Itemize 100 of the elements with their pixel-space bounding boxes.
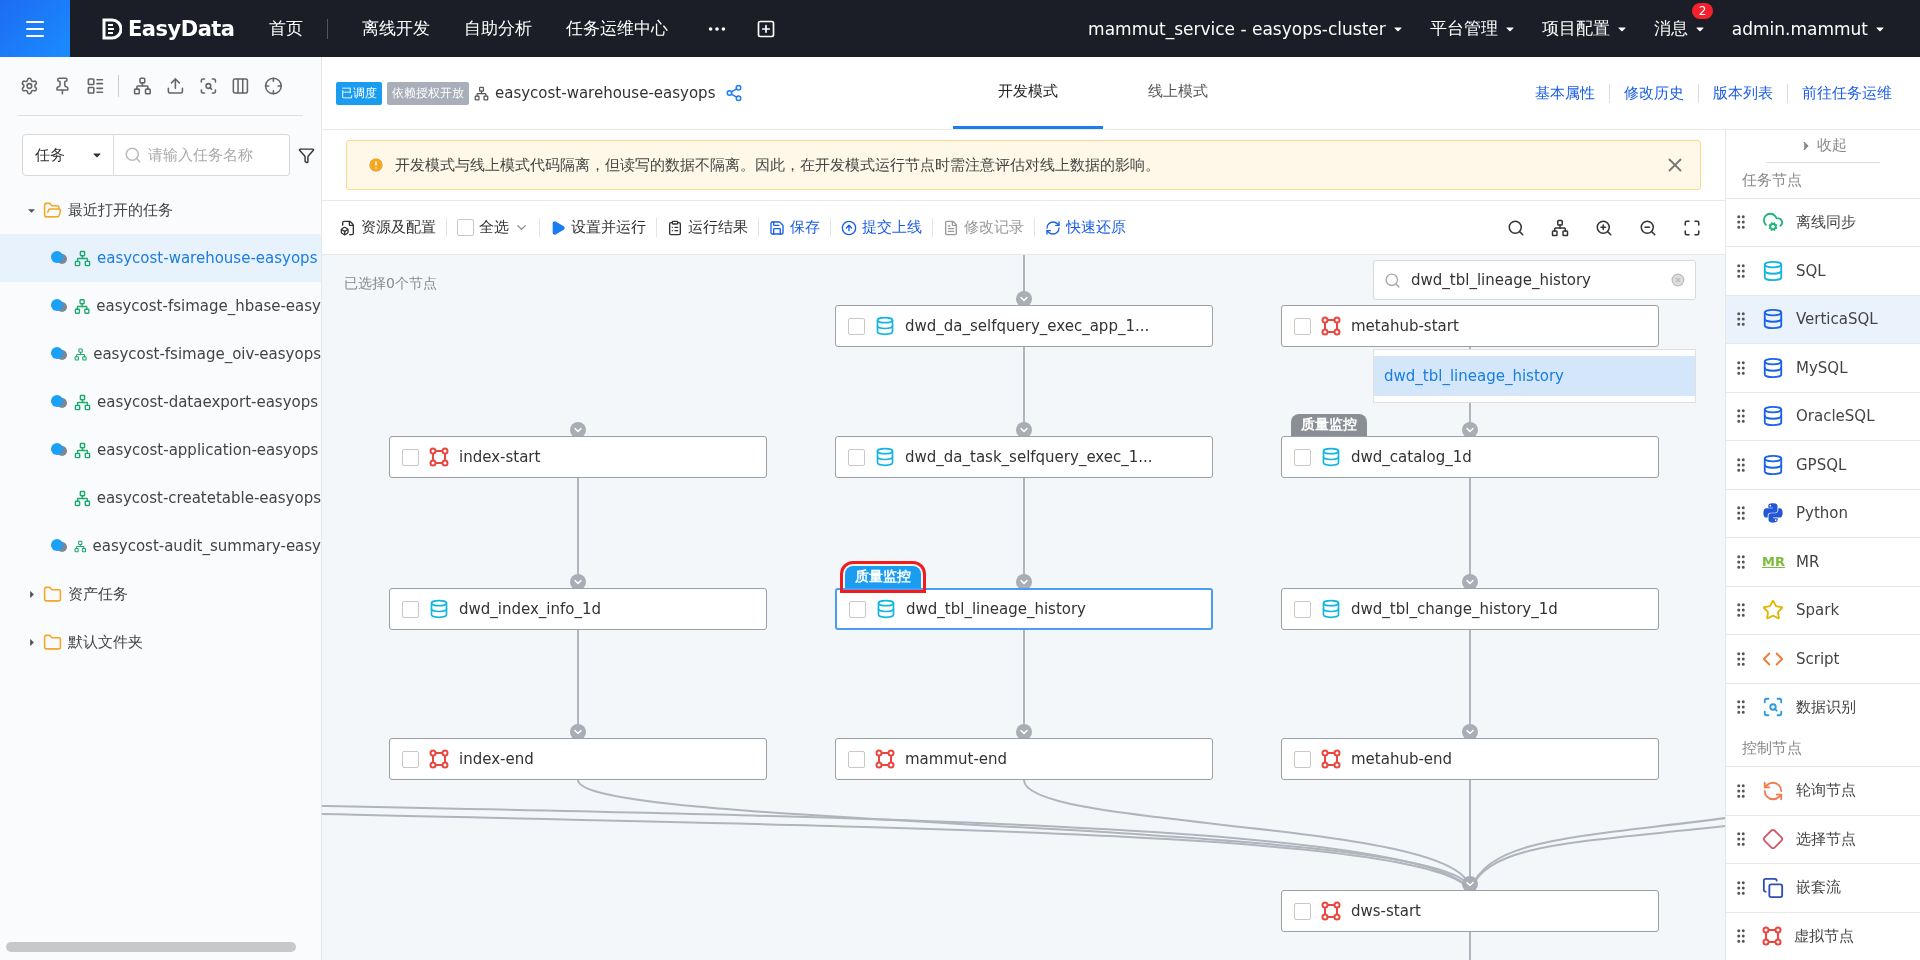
nav-item[interactable]: 离线开发 [361, 17, 430, 40]
section-title: 控制节点 [1741, 738, 1803, 759]
flow-node[interactable]: dwd_catalog_1d [1281, 436, 1659, 478]
toolbar-button[interactable]: 设置并运行 [539, 218, 656, 237]
type-select[interactable]: 任务 [22, 134, 114, 176]
toolbar-button[interactable]: 资源及配置 [330, 218, 446, 237]
nodes-square-icon [1321, 901, 1341, 921]
document-icon [943, 219, 959, 236]
nav-item[interactable]: 首页 [268, 17, 303, 40]
task-row[interactable]: easycost-audit_summary-easy [0, 522, 321, 570]
top-menu[interactable]: 平台管理 [1429, 17, 1516, 40]
brand-name: EasyData [128, 16, 235, 41]
node-label: index-end [459, 750, 534, 768]
collapse-button[interactable]: 收起 [1766, 130, 1880, 163]
mode-tab[interactable]: 开发模式 [953, 57, 1104, 129]
folder-icon [43, 200, 62, 220]
checkbox[interactable] [402, 600, 419, 618]
filter-icon[interactable] [298, 146, 315, 164]
database-icon [1762, 453, 1784, 476]
zoom-out-icon[interactable] [1639, 218, 1657, 237]
task-row[interactable]: easycost-fsimage_hbase-easy [0, 282, 321, 330]
folder-row[interactable]: 资产任务 [0, 570, 321, 618]
share-icon[interactable] [725, 84, 744, 102]
folder-icon [43, 584, 62, 604]
task-row[interactable]: easycost-fsimage_oiv-easyops [0, 330, 321, 378]
flow-node[interactable]: mammut-end [835, 738, 1213, 780]
checkbox[interactable] [1294, 600, 1311, 618]
database-icon [1762, 356, 1784, 379]
alert-text: 开发模式与线上模式代码隔离，但读写的数据不隔离。因此，在开发模式运行节点时需注意评估对线上数据的影响。 [395, 155, 1160, 175]
header-link[interactable]: 基本属性 [1521, 83, 1609, 103]
toolbar-button[interactable]: 全选 [446, 218, 539, 237]
flow-node[interactable]: index-start [389, 436, 767, 478]
database-icon [1321, 599, 1341, 619]
folder-row[interactable]: 默认文件夹 [0, 618, 321, 666]
menu-button[interactable] [0, 0, 70, 57]
flow-node[interactable]: dwd_tbl_lineage_history [835, 588, 1213, 630]
header-link[interactable]: 修改历史 [1609, 83, 1698, 103]
settings-icon[interactable] [20, 75, 39, 97]
scrollbar[interactable] [6, 942, 296, 952]
node-label: dws-start [1351, 902, 1421, 920]
columns-icon[interactable] [231, 75, 251, 97]
flow-node[interactable]: dwd_index_info_1d [389, 588, 767, 630]
add-icon[interactable] [755, 18, 776, 39]
upload-icon[interactable] [165, 75, 185, 97]
python-icon [1762, 502, 1784, 525]
fullscreen-icon[interactable] [1683, 218, 1701, 237]
checkbox[interactable] [848, 448, 865, 466]
checkbox[interactable] [402, 750, 419, 768]
node-search-field[interactable]: dwd_tbl_lineage_history [1373, 260, 1696, 300]
checkbox[interactable] [402, 448, 419, 466]
checkbox[interactable] [848, 750, 865, 768]
checkbox[interactable] [849, 600, 866, 618]
database-icon [1762, 259, 1784, 282]
layout-icon[interactable] [1551, 218, 1569, 237]
header-link[interactable]: 版本列表 [1698, 83, 1787, 103]
checkbox[interactable] [1294, 317, 1311, 335]
nodes-square-icon [1321, 316, 1341, 336]
flow-node[interactable]: dwd_da_task_selfquery_exec_1... [835, 436, 1213, 478]
toolbar-button[interactable]: 运行结果 [656, 218, 758, 237]
flow-node[interactable]: dws-start [1281, 890, 1659, 932]
top-menu[interactable]: 消息 [1653, 17, 1706, 40]
checkbox[interactable] [1294, 750, 1311, 768]
checkbox[interactable] [1294, 902, 1311, 920]
mode-tab[interactable]: 线上模式 [1103, 57, 1254, 129]
checkbox[interactable] [457, 219, 474, 236]
palette-item[interactable]: VerticaSQL [1726, 294, 1920, 343]
node-label: dwd_index_info_1d [459, 600, 602, 618]
top-menu[interactable]: admin.mammut [1731, 18, 1886, 39]
checkbox[interactable] [848, 317, 865, 335]
flow-icon [74, 249, 91, 267]
header-link[interactable]: 前往任务运维 [1787, 83, 1906, 103]
flow-node[interactable]: dwd_tbl_change_history_1d [1281, 588, 1659, 630]
zoom-in-icon[interactable] [1595, 218, 1613, 237]
task-row[interactable]: easycost-warehouse-easyops [0, 234, 321, 282]
nodes-square-icon [1762, 926, 1782, 947]
flow-node[interactable]: dwd_da_selfquery_exec_app_1... [835, 305, 1213, 347]
checkbox[interactable] [1294, 448, 1311, 466]
status-tag: 依赖授权开放 [387, 81, 469, 105]
toolbar-button[interactable]: 保存 [758, 218, 830, 237]
network-icon[interactable] [133, 75, 152, 97]
search-icon[interactable] [1507, 218, 1525, 237]
nav-item[interactable]: 任务运维中心 [565, 17, 668, 40]
task-row[interactable]: easycost-application-easyops [0, 426, 321, 474]
top-menu[interactable]: 项目配置 [1541, 17, 1628, 40]
task-row[interactable]: easycost-createtable-easyops [0, 474, 321, 522]
toolbar-button[interactable]: 提交上线 [830, 218, 932, 237]
scan-icon[interactable] [198, 75, 218, 97]
task-row[interactable]: easycost-dataexport-easyops [0, 378, 321, 426]
clear-icon[interactable] [1671, 273, 1685, 287]
nav-item[interactable]: 自助分析 [463, 17, 532, 40]
node-label: dwd_catalog_1d [1351, 448, 1472, 466]
layout-icon[interactable] [85, 75, 105, 97]
folder-row[interactable]: 最近打开的任务 [0, 186, 321, 234]
toolbar-button[interactable]: 快速还原 [1034, 218, 1136, 237]
flow-node[interactable]: index-end [389, 738, 767, 780]
flow-node[interactable]: metahub-end [1281, 738, 1659, 780]
flow-node[interactable]: metahub-start [1281, 305, 1659, 347]
top-menu[interactable]: mammut_service - easyops-cluster [1088, 18, 1404, 39]
search-field[interactable]: 请输入任务名称 [114, 134, 290, 176]
crosshair-icon[interactable] [264, 75, 283, 97]
